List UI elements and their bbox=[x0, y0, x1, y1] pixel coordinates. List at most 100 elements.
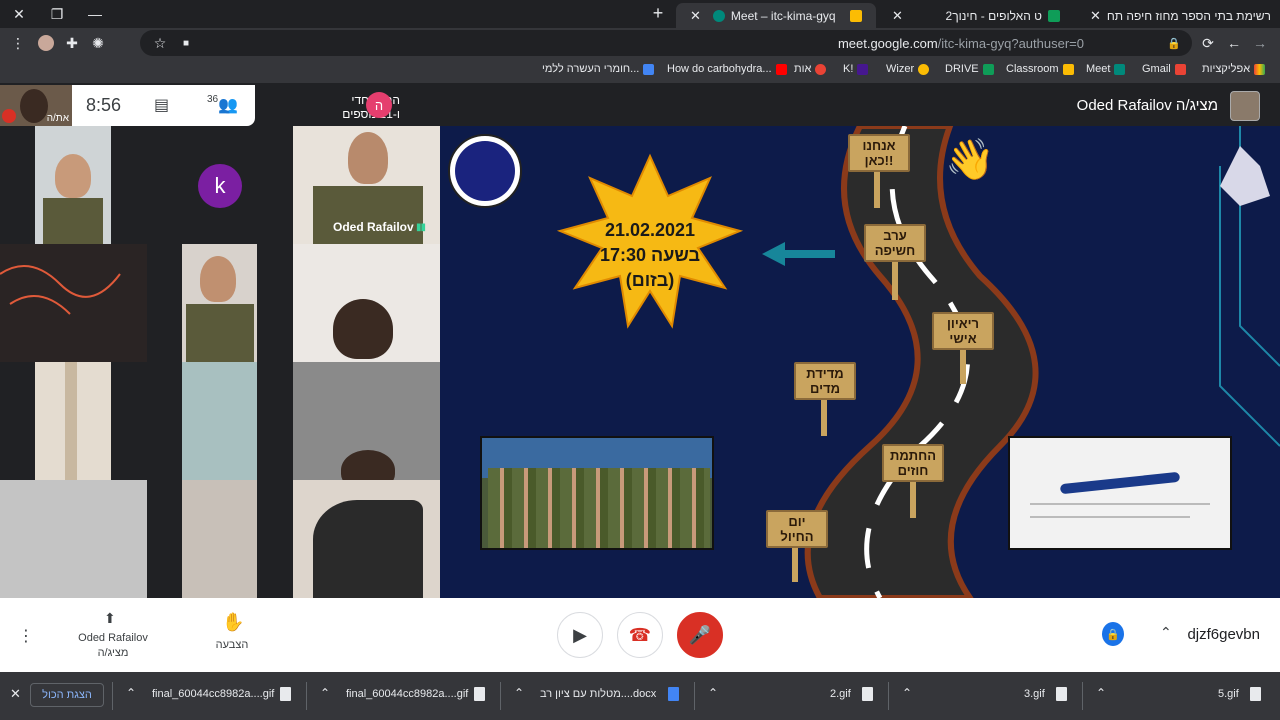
extensions-icon[interactable]: ✚ bbox=[62, 33, 82, 53]
participant-avatar[interactable]: k bbox=[198, 164, 242, 208]
file-icon bbox=[862, 687, 873, 701]
tab-classroom[interactable]: ✕ 2ט האלופים - חינוך bbox=[878, 3, 1074, 28]
divider bbox=[1082, 682, 1083, 710]
video-tile[interactable] bbox=[0, 480, 147, 598]
tab-sheets[interactable]: ✕ רשימת בתי הספר מחוז חיפה תח bbox=[1076, 3, 1280, 28]
participant-hair bbox=[333, 299, 393, 359]
tab-label: 2ט האלופים - חינוך bbox=[945, 8, 1042, 23]
sign-enlistment: יום החיול bbox=[766, 510, 828, 548]
mic-muted-icon bbox=[2, 109, 16, 123]
participant-face bbox=[348, 132, 388, 184]
sign-post bbox=[892, 256, 898, 300]
download-item[interactable]: final_60044cc8982a....gif bbox=[152, 688, 274, 700]
back-icon[interactable]: ← bbox=[1224, 33, 1244, 53]
chevron-up-icon[interactable]: ⌃ bbox=[708, 686, 718, 700]
chevron-up-icon[interactable]: ⌃ bbox=[1096, 686, 1106, 700]
star-icon[interactable]: ☆ bbox=[150, 33, 170, 53]
present-icon[interactable]: ⬆ bbox=[104, 610, 116, 627]
sign-uniform: מדידת מדים bbox=[794, 362, 856, 400]
profile-avatar[interactable] bbox=[36, 33, 56, 53]
pen bbox=[1059, 471, 1181, 495]
leave-call-button[interactable]: ☎ bbox=[617, 612, 663, 658]
video-tile[interactable] bbox=[293, 362, 440, 480]
speaker-avatar: ה bbox=[366, 92, 392, 118]
reload-icon[interactable]: ⟳ bbox=[1198, 33, 1218, 53]
video-tile[interactable] bbox=[35, 362, 111, 480]
download-item[interactable]: 5.gif bbox=[1218, 688, 1239, 700]
bookmark-kahoot[interactable]: K! bbox=[843, 63, 869, 75]
meeting-code[interactable]: djzf6gevbn bbox=[1187, 626, 1260, 643]
bookmark-apps[interactable]: אפליקציות bbox=[1202, 63, 1266, 75]
bookmark-ot[interactable]: אות bbox=[794, 63, 827, 75]
close-downloads-icon[interactable]: ✕ bbox=[10, 686, 21, 702]
bookmark-enrichment[interactable]: חומרי העשרה ללמי... bbox=[542, 63, 655, 75]
minimize-window-icon[interactable]: — bbox=[76, 0, 114, 28]
video-tile[interactable] bbox=[182, 480, 257, 598]
mic-mute-button[interactable]: 🎤 bbox=[677, 612, 723, 658]
bookmark-carbohydra[interactable]: How do carbohydra... bbox=[667, 63, 787, 75]
wall-edge bbox=[65, 362, 77, 480]
divider bbox=[694, 682, 695, 710]
bookmarks-bar: חומרי העשרה ללמי... How do carbohydra...… bbox=[0, 58, 1280, 84]
bookmark-meet[interactable]: Meet bbox=[1086, 63, 1126, 75]
bookmark-drive[interactable]: DRIVE bbox=[945, 63, 994, 75]
more-options-icon[interactable]: ⋮ bbox=[18, 626, 34, 646]
presenter-name[interactable]: Oded Rafailov bbox=[70, 632, 156, 644]
presenter-role: מציג/ה bbox=[97, 647, 129, 659]
sign-post bbox=[874, 166, 880, 208]
download-item[interactable]: 2.gif bbox=[830, 688, 851, 700]
raise-hand-label[interactable]: הצבעה bbox=[206, 639, 258, 651]
chevron-up-icon[interactable]: ⌃ bbox=[126, 686, 136, 700]
event-time: בשעה 17:30 bbox=[600, 245, 700, 265]
restore-window-icon[interactable]: ❐ bbox=[38, 0, 76, 28]
participant-face bbox=[55, 154, 91, 198]
sign-here: אנחנו כאן!! bbox=[848, 134, 910, 172]
presenter-avatar bbox=[1230, 91, 1260, 121]
divider bbox=[500, 682, 501, 710]
close-tab-icon[interactable]: ✕ bbox=[690, 8, 701, 24]
video-tile[interactable] bbox=[293, 244, 440, 362]
video-tile[interactable] bbox=[0, 244, 147, 362]
chevron-up-icon[interactable]: ⌃ bbox=[514, 686, 524, 700]
speaking-indicator-icon: ▮▮ bbox=[416, 222, 426, 233]
download-item[interactable]: final_60044cc8982a....gif bbox=[346, 688, 468, 700]
group-photo bbox=[480, 436, 714, 550]
forward-icon[interactable]: → bbox=[1250, 33, 1270, 53]
tab-meet[interactable]: ✕ Meet – itc-kima-gyq bbox=[676, 3, 876, 28]
video-tile[interactable] bbox=[182, 244, 257, 362]
chevron-up-icon[interactable]: ⌃ bbox=[320, 686, 330, 700]
people-icon[interactable]: 👥 bbox=[218, 95, 238, 115]
close-tab-icon[interactable]: ✕ bbox=[892, 8, 903, 24]
video-tile[interactable] bbox=[182, 362, 257, 480]
address-toolbar: ⋮ ✚ ✺ ☆ ■ meet.google.com/itc-kima-gyq?a… bbox=[0, 28, 1280, 58]
tab-label: רשימת בתי הספר מחוז חיפה תח bbox=[1106, 8, 1271, 23]
participant-body bbox=[313, 186, 423, 244]
meeting-info-card: 8:56 ▤ 36 👥 bbox=[72, 85, 255, 126]
camera-indicator-icon[interactable]: ■ bbox=[176, 33, 196, 53]
lock-icon[interactable]: 🔒 bbox=[1164, 33, 1184, 53]
raise-hand-icon[interactable]: ✋ bbox=[222, 612, 244, 633]
close-window-icon[interactable]: ✕ bbox=[0, 0, 38, 28]
clock-time: 8:56 bbox=[86, 95, 122, 115]
show-all-button[interactable]: הצגת הכול bbox=[30, 683, 104, 707]
new-tab-button[interactable]: + bbox=[648, 3, 668, 24]
sign-post bbox=[960, 344, 966, 384]
video-tile[interactable] bbox=[35, 126, 111, 244]
chevron-up-icon[interactable]: ⌃ bbox=[902, 686, 912, 700]
camera-button[interactable]: ▶ bbox=[557, 612, 603, 658]
chat-icon[interactable]: ▤ bbox=[154, 95, 169, 115]
download-item[interactable]: מטלות עם ציון רב....docx bbox=[540, 688, 656, 700]
self-view[interactable]: את/ה bbox=[0, 85, 72, 126]
chevron-up-icon[interactable]: ⌃ bbox=[1160, 624, 1172, 641]
download-item[interactable]: 3.gif bbox=[1024, 688, 1045, 700]
bookmark-wizer[interactable]: Wizer bbox=[886, 63, 930, 75]
downloads-bar: ✕ הצגת הכול ⌃ final_60044cc8982a....gif … bbox=[0, 672, 1280, 720]
bookmark-gmail[interactable]: Gmail bbox=[1142, 63, 1186, 75]
extension-gear-icon[interactable]: ✺ bbox=[88, 33, 108, 53]
video-tile[interactable] bbox=[293, 480, 440, 598]
security-shield-icon[interactable]: 🔒 bbox=[1102, 622, 1124, 646]
address-bar[interactable]: ☆ ■ meet.google.com/itc-kima-gyq?authuse… bbox=[140, 30, 1192, 56]
bookmark-classroom[interactable]: Classroom bbox=[1006, 63, 1074, 75]
close-tab-icon[interactable]: ✕ bbox=[1090, 8, 1101, 24]
menu-dots-icon[interactable]: ⋮ bbox=[8, 33, 28, 53]
